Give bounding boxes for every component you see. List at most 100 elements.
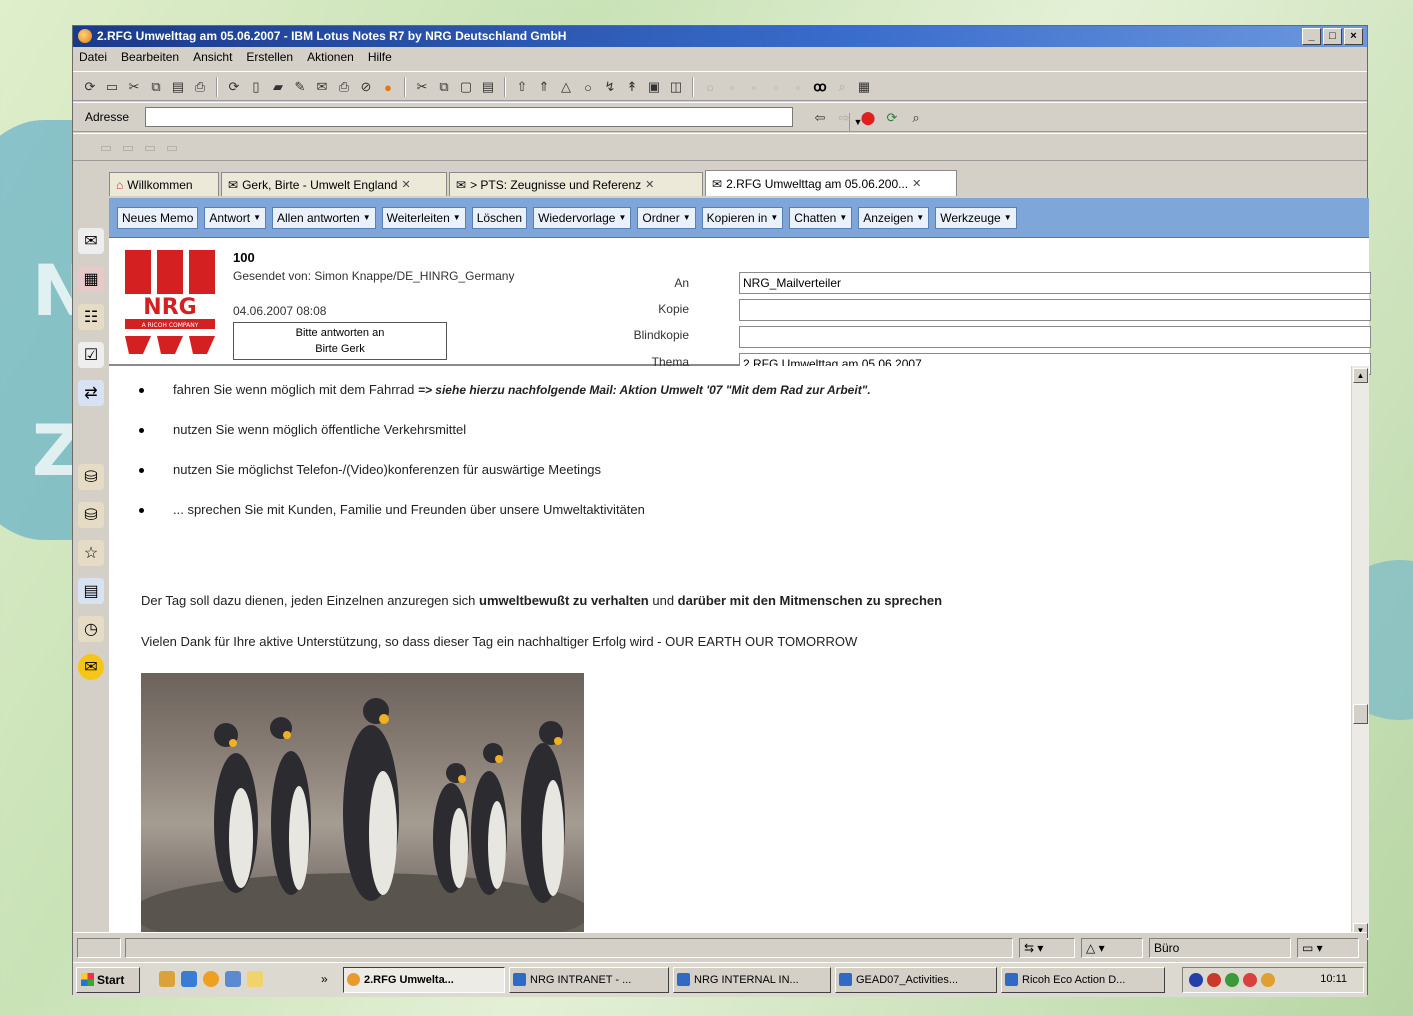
forward-icon[interactable]: ⇨ <box>835 109 853 127</box>
vertical-scrollbar[interactable]: ▲ ▼ <box>1351 366 1369 940</box>
copy-icon[interactable]: ⧉ <box>147 78 165 96</box>
contacts-bookmark-icon[interactable]: ☷ <box>78 304 104 330</box>
start-button[interactable]: Start <box>76 967 140 993</box>
refresh-icon[interactable]: ⟳ <box>81 78 99 96</box>
tray-icon[interactable] <box>1243 973 1257 987</box>
workspace-bookmark-icon[interactable]: ▤ <box>78 578 104 604</box>
forward-button[interactable]: Weiterleiten ▼ <box>381 206 466 229</box>
calendar-bookmark-icon[interactable]: ▦ <box>78 266 104 292</box>
display-button[interactable]: Anzeigen ▼ <box>858 206 930 229</box>
close-icon[interactable]: ✕ <box>401 178 410 191</box>
close-icon[interactable]: ✕ <box>645 178 654 191</box>
clipboard-icon[interactable]: ▢ <box>457 78 475 96</box>
reload-icon[interactable]: ⟳ <box>225 78 243 96</box>
address-input[interactable]: ▼ <box>145 107 866 131</box>
reply-button[interactable]: Antwort ▼ <box>204 206 266 229</box>
up-arrow-icon[interactable]: ⇧ <box>513 78 531 96</box>
search-icon[interactable]: ⌕ <box>833 78 851 96</box>
mail-icon[interactable]: ✉ <box>313 78 331 96</box>
favorites-bookmark-icon[interactable]: ☆ <box>78 540 104 566</box>
edit-icon[interactable]: ✎ <box>291 78 309 96</box>
tray-icon[interactable] <box>1189 973 1203 987</box>
copy-into-button[interactable]: Kopieren in ▼ <box>701 206 784 229</box>
calculator-icon[interactable]: ▦ <box>855 78 873 96</box>
taskbar-item[interactable]: NRG INTRANET - ... <box>509 967 669 993</box>
new-memo-button[interactable]: Neues Memo <box>117 206 199 229</box>
close-icon[interactable]: ✕ <box>912 177 921 190</box>
quick-launch-icon[interactable] <box>225 971 241 987</box>
bcc-field[interactable] <box>739 326 1371 348</box>
ie-icon[interactable] <box>181 971 197 987</box>
unread-icon[interactable]: ↯ <box>601 78 619 96</box>
history-bookmark-icon[interactable]: ◷ <box>78 616 104 642</box>
previous-icon[interactable]: △ <box>557 78 575 96</box>
cc-field[interactable] <box>739 299 1371 321</box>
reply-all-button[interactable]: Allen antworten ▼ <box>271 206 376 229</box>
folder-icon[interactable]: ▰ <box>269 78 287 96</box>
up-icon[interactable]: ⇑ <box>535 78 553 96</box>
cut-icon[interactable]: ✂ <box>125 78 143 96</box>
menu-hilfe[interactable]: Hilfe <box>368 50 392 64</box>
scroll-thumb[interactable] <box>1353 704 1368 724</box>
tools-button[interactable]: Werkzeuge ▼ <box>935 206 1017 229</box>
lock-field[interactable]: △ ▾ <box>1081 938 1143 958</box>
mail-bookmark-icon[interactable]: ✉ <box>78 228 104 254</box>
database-bookmark-icon[interactable]: ⛁ <box>78 464 104 490</box>
paste-icon[interactable]: ▤ <box>479 78 497 96</box>
binoculars-icon[interactable]: ꝏ <box>811 78 829 96</box>
back-icon[interactable]: ⇦ <box>811 109 829 127</box>
taskbar-item[interactable]: Ricoh Eco Action D... <box>1001 967 1165 993</box>
tray-icon[interactable] <box>1207 973 1221 987</box>
stop-icon[interactable]: ⊘ <box>357 78 375 96</box>
replicator-bookmark-icon[interactable]: ⇄ <box>78 380 104 406</box>
signal-field[interactable]: ⇆ ▾ <box>1019 938 1075 958</box>
tab-gerk-umwelt[interactable]: ✉ Gerk, Birte - Umwelt England ✕ <box>221 172 447 196</box>
window-icon[interactable]: ◫ <box>667 78 685 96</box>
menu-bearbeiten[interactable]: Bearbeiten <box>121 50 179 64</box>
print-icon[interactable]: ⎙ <box>191 78 209 96</box>
stop-icon[interactable]: ⬤ <box>859 109 877 127</box>
user-icon[interactable]: ● <box>379 78 397 96</box>
tab-willkommen[interactable]: ⌂ Willkommen <box>109 172 219 196</box>
maximize-button[interactable]: □ <box>1323 28 1342 45</box>
mark-icon[interactable]: ↟ <box>623 78 641 96</box>
menu-aktionen[interactable]: Aktionen <box>307 50 354 64</box>
menu-datei[interactable]: Datei <box>79 50 107 64</box>
inbox-field[interactable]: ▭ ▾ <box>1297 938 1359 958</box>
notes-icon[interactable] <box>203 971 219 987</box>
taskbar-item[interactable]: 2.RFG Umwelta... <box>343 967 505 993</box>
doc-icon[interactable]: ▯ <box>247 78 265 96</box>
delete-button[interactable]: Löschen <box>471 206 528 229</box>
search-icon[interactable]: ⌕ <box>907 109 925 127</box>
next-icon[interactable]: ○ <box>579 78 597 96</box>
layout-icon[interactable]: ▣ <box>645 78 663 96</box>
paste-icon[interactable]: ▤ <box>169 78 187 96</box>
copy-icon[interactable]: ⧉ <box>435 78 453 96</box>
follow-up-button[interactable]: Wiedervorlage ▼ <box>533 206 632 229</box>
chat-button[interactable]: Chatten ▼ <box>789 206 853 229</box>
sametime-bookmark-icon[interactable]: ✉ <box>78 654 104 680</box>
taskbar-item[interactable]: GEAD07_Activities... <box>835 967 997 993</box>
close-button[interactable]: × <box>1344 28 1363 45</box>
tab-pts-zeugnisse[interactable]: ✉ > PTS: Zeugnisse und Referenz ✕ <box>449 172 703 196</box>
to-field[interactable]: NRG_Mailverteiler <box>739 272 1371 294</box>
printer-icon[interactable]: ⎙ <box>335 78 353 96</box>
minimize-button[interactable]: _ <box>1302 28 1321 45</box>
menu-ansicht[interactable]: Ansicht <box>193 50 232 64</box>
refresh-icon[interactable]: ⟳ <box>883 109 901 127</box>
more-icon[interactable]: » <box>321 972 328 986</box>
scroll-up-icon[interactable]: ▲ <box>1353 368 1368 383</box>
menu-erstellen[interactable]: Erstellen <box>246 50 293 64</box>
database-bookmark-icon[interactable]: ⛁ <box>78 502 104 528</box>
tab-rfg-umwelttag[interactable]: ✉ 2.RFG Umwelttag am 05.06.200... ✕ <box>705 170 957 196</box>
tray-icon[interactable] <box>1225 973 1239 987</box>
location-field[interactable]: Büro <box>1149 938 1291 958</box>
folder-icon[interactable] <box>247 971 263 987</box>
todo-bookmark-icon[interactable]: ☑ <box>78 342 104 368</box>
cut-icon[interactable]: ✂ <box>413 78 431 96</box>
tray-icon[interactable] <box>1261 973 1275 987</box>
folder-button[interactable]: Ordner ▼ <box>637 206 696 229</box>
taskbar-item[interactable]: NRG INTERNAL IN... <box>673 967 831 993</box>
quick-launch-icon[interactable] <box>159 971 175 987</box>
save-icon[interactable]: ▭ <box>103 78 121 96</box>
